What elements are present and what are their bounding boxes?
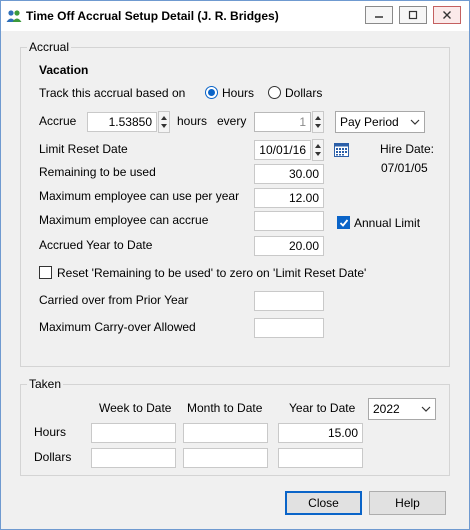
hours-week-field[interactable] bbox=[91, 423, 176, 443]
year-select-value: 2022 bbox=[373, 402, 400, 416]
based-on-label: Track this accrual based on bbox=[39, 86, 186, 100]
year-select[interactable]: 2022 bbox=[368, 398, 436, 420]
month-to-date-header: Month to Date bbox=[187, 401, 263, 415]
help-button[interactable]: Help bbox=[369, 491, 446, 515]
hours-row-label: Hours bbox=[34, 425, 67, 439]
year-to-date-header: Year to Date bbox=[289, 401, 356, 415]
reset-remaining-checkbox[interactable] bbox=[39, 266, 52, 279]
week-to-date-header: Week to Date bbox=[99, 401, 172, 415]
dialog-window: Time Off Accrual Setup Detail (J. R. Bri… bbox=[0, 0, 470, 530]
max-accrue-field[interactable] bbox=[254, 211, 324, 231]
carried-over-field[interactable] bbox=[254, 291, 324, 311]
accrual-group-label: Accrual bbox=[27, 40, 72, 54]
close-window-button[interactable] bbox=[433, 6, 461, 24]
accrue-label: Accrue bbox=[39, 114, 77, 128]
annual-limit-label[interactable]: Annual Limit bbox=[354, 216, 420, 230]
vacation-heading: Vacation bbox=[39, 63, 89, 77]
chevron-down-icon bbox=[406, 112, 424, 132]
maximize-icon bbox=[408, 10, 418, 20]
annual-limit-checkbox[interactable] bbox=[337, 216, 350, 229]
max-use-field[interactable]: 12.00 bbox=[254, 188, 324, 208]
dollars-month-field[interactable] bbox=[183, 448, 268, 468]
minimize-icon bbox=[375, 16, 383, 18]
max-use-label: Maximum employee can use per year bbox=[39, 189, 240, 203]
hours-year-field[interactable]: 15.00 bbox=[278, 423, 363, 443]
hours-month-field[interactable] bbox=[183, 423, 268, 443]
max-carryover-label: Maximum Carry-over Allowed bbox=[39, 320, 196, 334]
taken-group-label: Taken bbox=[27, 377, 64, 391]
carried-over-label: Carried over from Prior Year bbox=[39, 293, 189, 307]
accrued-ytd-label: Accrued Year to Date bbox=[39, 238, 153, 252]
maximize-button[interactable] bbox=[399, 6, 427, 24]
hours-radio[interactable] bbox=[205, 86, 218, 99]
reset-remaining-label[interactable]: Reset 'Remaining to be used' to zero on … bbox=[57, 266, 366, 280]
chevron-down-icon bbox=[417, 399, 435, 419]
every-count-field[interactable]: 1 bbox=[254, 112, 311, 132]
every-count-spinner[interactable] bbox=[312, 111, 324, 133]
checkmark-icon bbox=[339, 219, 349, 227]
limit-reset-date-spinner[interactable] bbox=[312, 139, 324, 161]
close-button[interactable]: Close bbox=[285, 491, 362, 515]
hours-unit-label: hours bbox=[177, 114, 208, 128]
calendar-icon[interactable] bbox=[334, 142, 349, 157]
remaining-label: Remaining to be used bbox=[39, 165, 156, 179]
period-select-value: Pay Period bbox=[340, 115, 399, 129]
minimize-button[interactable] bbox=[365, 6, 393, 24]
dollars-radio[interactable] bbox=[268, 86, 281, 99]
people-icon bbox=[6, 9, 22, 23]
dollars-week-field[interactable] bbox=[91, 448, 176, 468]
accrued-ytd-field[interactable]: 20.00 bbox=[254, 236, 324, 256]
limit-reset-label: Limit Reset Date bbox=[39, 142, 128, 156]
hours-radio-label[interactable]: Hours bbox=[222, 86, 254, 100]
close-icon bbox=[443, 11, 451, 19]
dollars-row-label: Dollars bbox=[34, 450, 72, 464]
title-bar[interactable]: Time Off Accrual Setup Detail (J. R. Bri… bbox=[1, 1, 469, 31]
max-carryover-field[interactable] bbox=[254, 318, 324, 338]
limit-reset-date-field[interactable]: 10/01/16 bbox=[254, 140, 311, 160]
dollars-year-field[interactable] bbox=[278, 448, 363, 468]
accrue-amount-spinner[interactable] bbox=[158, 111, 170, 133]
period-select[interactable]: Pay Period bbox=[335, 111, 425, 133]
hire-date-label: Hire Date: bbox=[380, 142, 435, 156]
window-title: Time Off Accrual Setup Detail (J. R. Bri… bbox=[26, 9, 279, 23]
hire-date-value: 07/01/05 bbox=[381, 161, 428, 175]
remaining-field[interactable]: 30.00 bbox=[254, 164, 324, 184]
accrue-amount-field[interactable]: 1.53850 bbox=[87, 112, 157, 132]
every-label: every bbox=[217, 114, 247, 128]
dollars-radio-label[interactable]: Dollars bbox=[285, 86, 322, 100]
max-accrue-label: Maximum employee can accrue bbox=[39, 213, 209, 227]
